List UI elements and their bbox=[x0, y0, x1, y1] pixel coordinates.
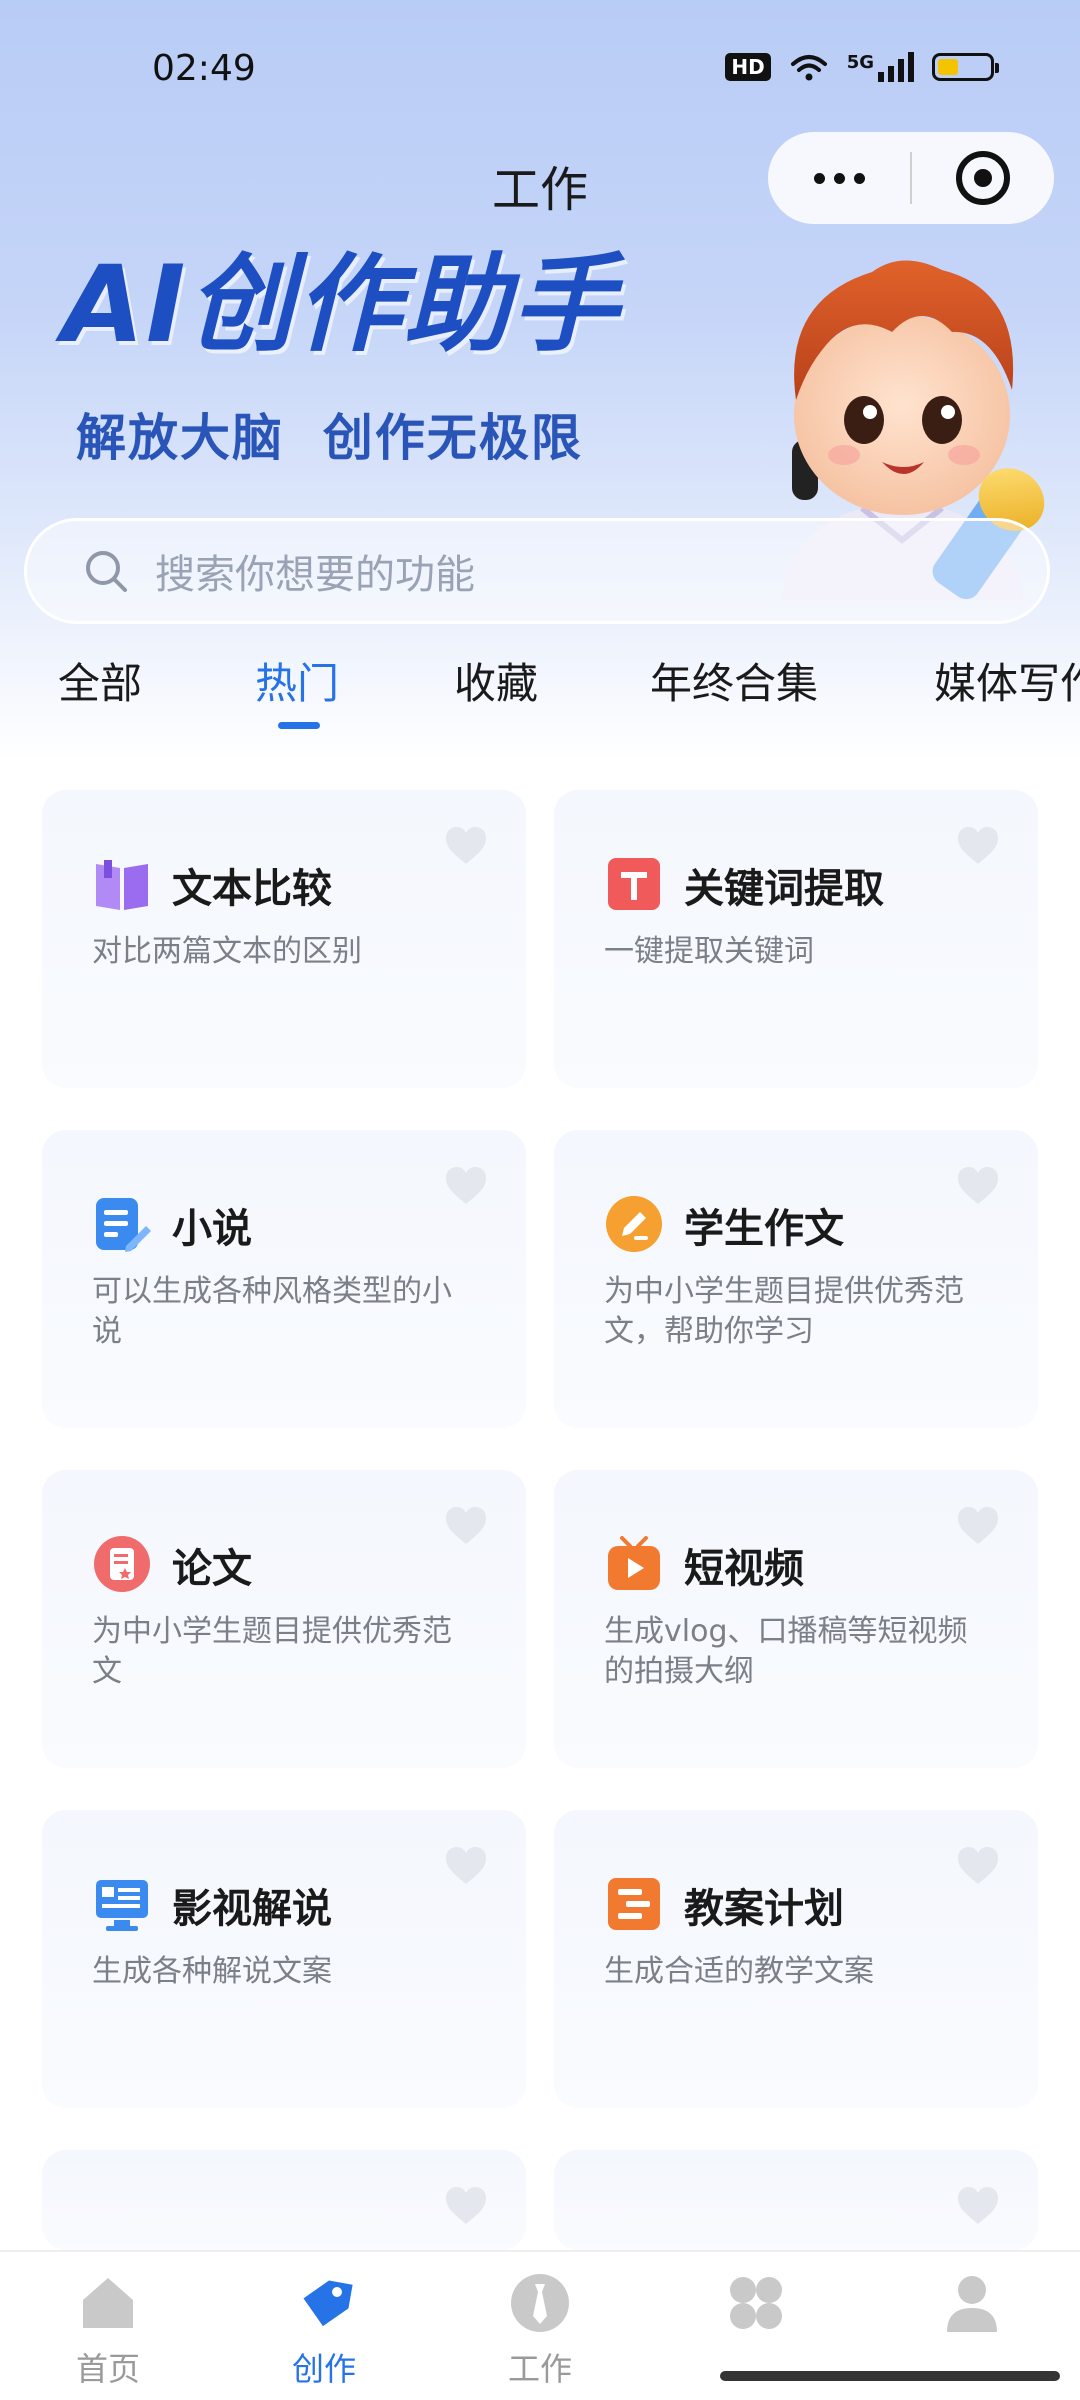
nav-label: 工作 bbox=[507, 2350, 572, 2388]
card-description: 对比两篇文本的区别 bbox=[92, 934, 362, 969]
mini-program-capsule bbox=[768, 132, 1054, 224]
card-description: 可以生成各种风格类型的小说 bbox=[92, 1274, 452, 1349]
battery-level bbox=[938, 59, 958, 75]
target-icon bbox=[956, 151, 1010, 205]
search-icon bbox=[86, 551, 127, 592]
status-icons: HD 5G bbox=[725, 52, 999, 82]
card-title: 论文 bbox=[172, 1546, 252, 1592]
card-text-compare[interactable]: 文本比较 对比两篇文本的区别 bbox=[42, 790, 526, 1088]
signal-icon bbox=[878, 52, 914, 82]
card-film-commentary[interactable]: 影视解说 生成各种解说文案 bbox=[42, 1810, 526, 2108]
text-t-icon bbox=[608, 858, 660, 910]
nav-create[interactable]: 创作 bbox=[254, 2272, 394, 2390]
favorite-heart-icon[interactable] bbox=[444, 1506, 488, 1546]
active-tab-indicator bbox=[278, 722, 320, 729]
favorite-heart-icon[interactable] bbox=[956, 826, 1000, 866]
favorite-heart-icon[interactable] bbox=[956, 1846, 1000, 1886]
card-short-video[interactable]: 短视频 生成vlog、口播稿等短视频的拍摄大纲 bbox=[554, 1470, 1038, 1768]
favorite-heart-icon[interactable] bbox=[956, 1506, 1000, 1546]
home-icon bbox=[83, 2278, 133, 2328]
favorite-heart-icon[interactable] bbox=[956, 2186, 1000, 2226]
wifi-icon bbox=[790, 55, 827, 81]
card-partial[interactable] bbox=[42, 2150, 526, 2250]
create-tag-icon bbox=[303, 2280, 353, 2327]
monitor-icon bbox=[96, 1880, 148, 1931]
card-description: 生成各种解说文案 bbox=[92, 1954, 332, 1989]
card-title: 短视频 bbox=[684, 1546, 804, 1592]
tab-year-end[interactable]: 年终合集 bbox=[650, 650, 818, 711]
tab-media-writing[interactable]: 媒体写作 bbox=[934, 650, 1080, 711]
tab-favorites[interactable]: 收藏 bbox=[454, 650, 538, 711]
apps-icon bbox=[730, 2277, 782, 2329]
tab-all[interactable]: 全部 bbox=[58, 650, 142, 711]
card-description: 为中小学生题目提供优秀范文 bbox=[92, 1614, 452, 1689]
card-description: 一键提取关键词 bbox=[604, 934, 814, 969]
nav-profile[interactable] bbox=[902, 2272, 1042, 2344]
status-time: 02:49 bbox=[152, 48, 256, 89]
banner-subtitle: 解放大脑 创作无极限 bbox=[76, 409, 583, 467]
card-novel[interactable]: 小说 可以生成各种风格类型的小说 bbox=[42, 1130, 526, 1428]
more-button[interactable] bbox=[768, 132, 910, 224]
card-title: 小说 bbox=[172, 1206, 252, 1252]
card-student-essay[interactable]: 学生作文 为中小学生题目提供优秀范文，帮助你学习 bbox=[554, 1130, 1038, 1428]
card-description: 生成vlog、口播稿等短视频的拍摄大纲 bbox=[604, 1614, 968, 1689]
favorite-heart-icon[interactable] bbox=[956, 1166, 1000, 1206]
favorite-heart-icon[interactable] bbox=[444, 826, 488, 866]
home-indicator bbox=[720, 2371, 1060, 2381]
card-keyword-extract[interactable]: 关键词提取 一键提取关键词 bbox=[554, 790, 1038, 1088]
favorite-heart-icon[interactable] bbox=[444, 2186, 488, 2226]
status-bar: 02:49 HD 5G bbox=[0, 0, 1080, 120]
document-edit-icon bbox=[96, 1198, 151, 1252]
nav-work[interactable]: 工作 bbox=[470, 2272, 610, 2390]
card-thesis[interactable]: 论文 为中小学生题目提供优秀范文 bbox=[42, 1470, 526, 1768]
nav-label: 创作 bbox=[291, 2350, 356, 2388]
card-partial[interactable] bbox=[554, 2150, 1038, 2250]
pencil-circle-icon bbox=[606, 1196, 662, 1252]
more-dots-icon bbox=[813, 172, 825, 184]
favorite-heart-icon[interactable] bbox=[444, 1166, 488, 1206]
card-description: 为中小学生题目提供优秀范文，帮助你学习 bbox=[604, 1274, 964, 1349]
nav-label: 首页 bbox=[75, 2350, 140, 2388]
close-mini-program-button[interactable] bbox=[912, 132, 1054, 224]
card-title: 文本比较 bbox=[172, 866, 332, 912]
paper-star-icon bbox=[94, 1536, 150, 1592]
favorite-heart-icon[interactable] bbox=[444, 1846, 488, 1886]
card-title: 影视解说 bbox=[172, 1886, 332, 1932]
category-tabs: 全部 热门 收藏 年终合集 媒体写作 bbox=[0, 640, 1080, 730]
battery-icon bbox=[932, 53, 999, 81]
tab-hot[interactable]: 热门 bbox=[255, 650, 339, 711]
network-label: 5G bbox=[846, 52, 874, 73]
search-input[interactable]: 搜索你想要的功能 bbox=[24, 518, 1050, 624]
user-icon bbox=[947, 2276, 997, 2332]
hd-badge: HD bbox=[725, 53, 771, 81]
card-title: 学生作文 bbox=[684, 1206, 844, 1252]
card-lesson-plan[interactable]: 教案计划 生成合适的教学文案 bbox=[554, 1810, 1038, 2108]
book-icon bbox=[96, 860, 148, 910]
tie-icon bbox=[511, 2274, 569, 2332]
banner-title: AI创作助手 bbox=[62, 243, 620, 366]
nav-home[interactable]: 首页 bbox=[38, 2272, 178, 2390]
nav-apps[interactable] bbox=[686, 2272, 826, 2344]
card-title: 关键词提取 bbox=[684, 866, 884, 912]
search-placeholder: 搜索你想要的功能 bbox=[155, 552, 475, 598]
tv-play-icon bbox=[608, 1536, 660, 1590]
lesson-plan-icon bbox=[608, 1878, 660, 1930]
card-title: 教案计划 bbox=[684, 1886, 844, 1932]
card-description: 生成合适的教学文案 bbox=[604, 1954, 874, 1989]
